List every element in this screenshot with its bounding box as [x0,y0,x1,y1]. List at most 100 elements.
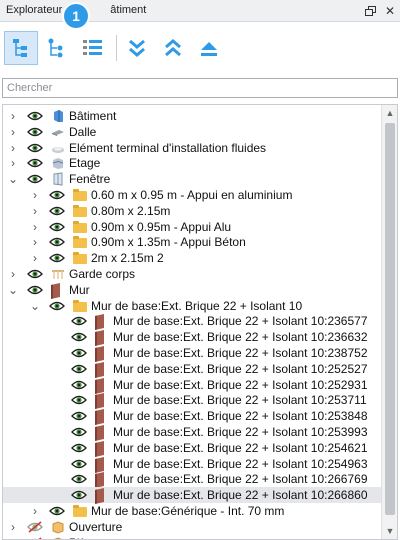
tree-node[interactable]: › Bâtiment [3,108,381,124]
tree-node[interactable]: › 2m x 2.15m 2 [3,250,381,266]
eye-icon[interactable] [27,110,43,122]
search-input[interactable] [3,79,397,97]
chevron-right-icon[interactable]: › [7,520,19,534]
chevron-down-icon[interactable]: ⌄ [7,172,19,186]
collapse-to-top-button[interactable] [192,31,226,65]
eye-icon[interactable] [71,394,87,406]
chevron-right-icon[interactable]: › [7,109,19,123]
tree-node[interactable]: › 0.60 m x 0.95 m - Appui en aluminium [3,187,381,203]
eye-icon[interactable] [71,410,87,422]
eye-icon[interactable] [71,379,87,391]
eye-icon[interactable] [71,331,87,343]
close-icon[interactable]: ✕ [382,3,398,19]
collapse-all-button[interactable] [156,31,190,65]
chevron-right-icon[interactable]: › [29,204,41,218]
tree-leaf-item[interactable]: Mur de base:Ext. Brique 22 + Isolant 10:… [3,456,381,473]
eye-icon[interactable] [49,189,65,201]
tree-node[interactable]: ⌄ Mur [3,282,381,299]
tree-leaf-item[interactable]: Mur de base:Ext. Brique 22 + Isolant 10:… [3,377,381,394]
tree-item-label: Mur de base:Ext. Brique 22 + Isolant 10:… [113,425,368,439]
eye-icon[interactable] [49,205,65,217]
tree-item-label: Pièce [69,535,99,539]
eye-icon[interactable] [71,363,87,375]
tree-list-icon [83,40,102,55]
eye-icon[interactable] [49,505,65,517]
eye-icon[interactable] [71,489,87,501]
opening-icon [51,536,65,539]
vertical-scrollbar[interactable]: ▲ ▼ [381,105,397,539]
tree-item-label: Mur de base:Ext. Brique 22 + Isolant 10:… [113,472,368,487]
tree-item-label: Mur de base:Ext. Brique 22 + Isolant 10:… [113,346,368,360]
scroll-thumb[interactable] [385,123,395,515]
expand-all-button[interactable] [120,31,154,65]
eye-icon[interactable] [71,473,87,485]
tree-leaf-item[interactable]: Mur de base:Ext. Brique 22 + Isolant 10:… [3,440,381,457]
tree-by-category-button[interactable] [4,31,38,65]
chevron-right-icon[interactable]: › [29,220,41,234]
eye-hidden-icon[interactable] [27,521,43,533]
tree-leaf-item[interactable]: Mur de base:Ext. Brique 22 + Isolant 10:… [3,313,381,331]
tree-node[interactable]: › Ouverture [3,519,381,535]
building-icon [51,109,65,123]
collapse-all-icon [165,39,181,57]
eye-icon[interactable] [49,252,65,264]
eye-icon[interactable] [27,157,43,169]
chevron-down-icon[interactable]: ⌄ [29,299,41,313]
chevron-right-icon[interactable]: › [7,267,19,281]
float-window-icon[interactable] [362,3,378,19]
tree-node[interactable]: ⌄ Fenêtre [3,171,381,187]
toolbar [0,23,400,73]
tree-node[interactable]: › Pièce [3,535,381,539]
eye-icon[interactable] [27,126,43,138]
eye-icon[interactable] [27,173,43,185]
tree-leaf-item[interactable]: Mur de base:Ext. Brique 22 + Isolant 10:… [3,487,381,505]
tree-node[interactable]: › 0.80m x 2.15m [3,203,381,219]
eye-icon[interactable] [49,236,65,248]
tree-item-label: Fenêtre [69,172,111,187]
chevron-right-icon[interactable]: › [29,188,41,202]
tree-node[interactable]: › Etage [3,155,381,171]
eye-icon[interactable] [71,458,87,470]
eye-icon[interactable] [27,268,43,280]
tree-leaf-item[interactable]: Mur de base:Ext. Brique 22 + Isolant 10:… [3,408,381,426]
chevron-right-icon[interactable]: › [7,156,19,170]
tree-node[interactable]: › Dalle [3,124,381,140]
scroll-up-icon[interactable]: ▲ [382,105,397,121]
chevron-right-icon[interactable]: › [7,141,19,155]
tree-leaf-item[interactable]: Mur de base:Ext. Brique 22 + Isolant 10:… [3,471,381,489]
eye-icon[interactable] [27,142,43,154]
tree-list-button[interactable] [76,31,110,65]
chevron-right-icon[interactable]: › [7,125,19,139]
chevron-right-icon[interactable]: › [7,536,19,539]
tree-node[interactable]: › Mur de base:Générique - Int. 70 mm [3,503,381,519]
eye-icon[interactable] [27,284,43,296]
chevron-right-icon[interactable]: › [29,235,41,249]
fluid-terminal-icon [51,141,65,155]
chevron-right-icon[interactable]: › [29,504,41,518]
chevron-right-icon[interactable]: › [29,251,41,265]
eye-hidden-icon[interactable] [27,536,43,539]
chevron-down-icon[interactable]: ⌄ [7,283,19,297]
eye-icon[interactable] [49,221,65,233]
tree-leaf-item[interactable]: Mur de base:Ext. Brique 22 + Isolant 10:… [3,329,381,347]
folder-icon [73,299,87,313]
tree-leaf-item[interactable]: Mur de base:Ext. Brique 22 + Isolant 10:… [3,361,381,378]
wall-icon [95,314,109,331]
eye-icon[interactable] [71,442,87,454]
tree-node[interactable]: ⌄ Mur de base:Ext. Brique 22 + Isolant 10 [3,298,381,314]
tree-by-hierarchy-button[interactable] [40,31,74,65]
slab-icon [51,125,65,139]
eye-icon[interactable] [71,315,87,327]
window-icon [51,172,65,186]
tree-node[interactable]: › Garde corps [3,266,381,282]
eye-icon[interactable] [71,347,87,359]
tree-node[interactable]: › 0.90m x 1.35m - Appui Béton [3,234,381,250]
eye-icon[interactable] [49,300,65,312]
scroll-down-icon[interactable]: ▼ [382,523,397,539]
tree-leaf-item[interactable]: Mur de base:Ext. Brique 22 + Isolant 10:… [3,345,381,362]
eye-icon[interactable] [71,426,87,438]
tree-leaf-item[interactable]: Mur de base:Ext. Brique 22 + Isolant 10:… [3,424,381,441]
tree-node[interactable]: › 0.90m x 0.95m - Appui Alu [3,219,381,235]
tree-node[interactable]: › Elément terminal d'installation fluides [3,140,381,156]
tree-leaf-item[interactable]: Mur de base:Ext. Brique 22 + Isolant 10:… [3,392,381,410]
